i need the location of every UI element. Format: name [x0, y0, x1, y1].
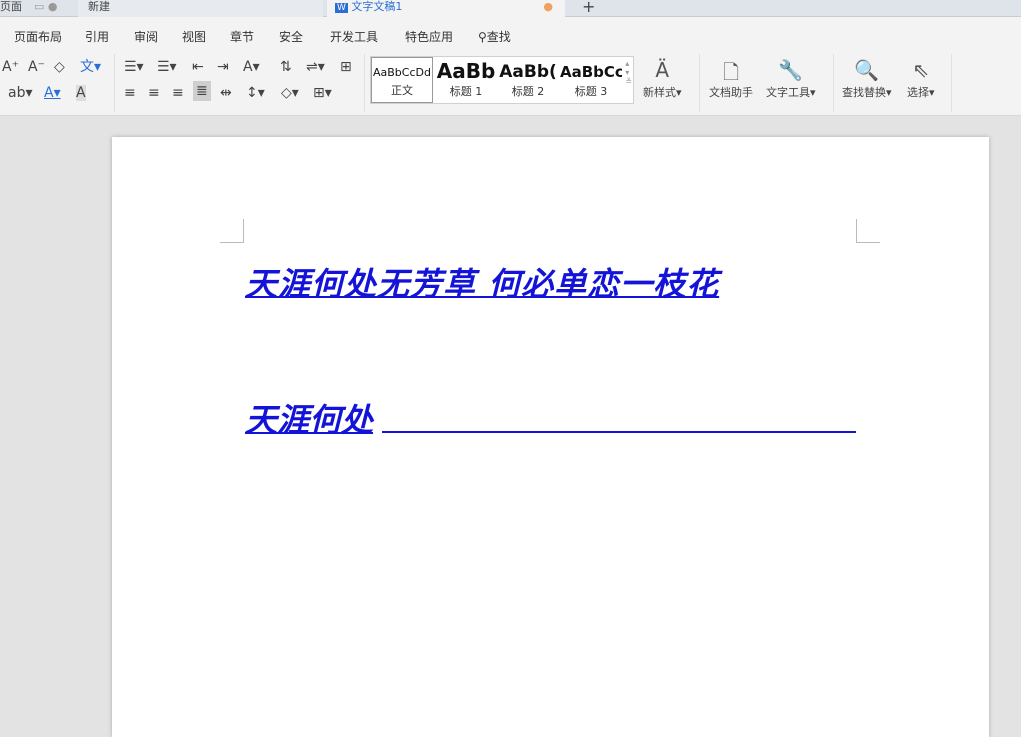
add-tab-button[interactable]: + — [582, 0, 595, 17]
button-label: 查找替换 — [842, 86, 886, 99]
magnifier-icon: 🔍 — [842, 58, 892, 84]
menu-references[interactable]: 引用 — [85, 28, 109, 45]
char-shading-icon[interactable]: A — [76, 85, 86, 101]
style-preview: AaBb — [435, 59, 497, 83]
font-color-icon[interactable]: A▾ — [44, 85, 61, 101]
style-gallery: AaBbCcDd 正文 AaBb标题 1 AaBb(标题 2 AaBbCc 标题 3… — [370, 56, 634, 104]
monitor-icon[interactable]: ▭ ● — [34, 0, 58, 17]
ribbon: A⁺ A⁻ ◇ 文▾ ab▾ A▾ A ☰▾ ☰▾ ⇤ ⇥ A▾ ⇅ ⇌▾ ⊞ … — [0, 50, 1021, 116]
button-label: 文档助手 — [709, 86, 753, 99]
numbered-list-icon[interactable]: ☰▾ — [157, 59, 177, 75]
button-label: 文字工具 — [766, 86, 810, 99]
menu-security[interactable]: 安全 — [279, 28, 303, 45]
phonetic-icon[interactable]: 文▾ — [80, 59, 101, 75]
cursor-icon: ⇖ — [907, 58, 935, 84]
line-spacing-icon[interactable]: ↕▾ — [246, 85, 265, 101]
wrench-icon: 🔧 — [766, 58, 816, 84]
shading-icon[interactable]: ◇▾ — [281, 85, 299, 101]
style-label: 标题 2 — [498, 83, 558, 99]
button-label: 选择 — [907, 86, 929, 99]
line-break-icon[interactable]: ⇌▾ — [306, 59, 325, 75]
menu-view[interactable]: 视图 — [182, 28, 206, 45]
tab-new[interactable]: 新建 — [78, 0, 323, 17]
menu-page-layout[interactable]: 页面布局 — [14, 28, 62, 45]
find-replace-button[interactable]: 🔍查找替换▾ — [842, 58, 892, 100]
tab-bar: 页面 ▭ ● 新建 W 文字文稿1 ● + — [0, 0, 1021, 17]
underline-blank — [382, 431, 856, 433]
grow-font-icon[interactable]: A⁺ — [2, 59, 19, 75]
shrink-font-icon[interactable]: A⁻ — [28, 59, 45, 75]
decrease-indent-icon[interactable]: ⇤ — [192, 59, 204, 75]
style-normal[interactable]: AaBbCcDd 正文 — [371, 57, 433, 103]
menu-special[interactable]: 特色应用 — [405, 28, 453, 45]
document-line-1[interactable]: 天涯何处无芳草 何必单恋一枝花 — [245, 259, 719, 305]
new-style-button[interactable]: Ä新样式▾ — [643, 58, 682, 100]
border-icon[interactable]: ⊞▾ — [313, 85, 332, 101]
menu-section[interactable]: 章节 — [230, 28, 254, 45]
menu-bar: 页面布局 引用 审阅 视图 章节 安全 开发工具 特色应用 ⚲查找 — [0, 17, 1021, 50]
button-label: 新样式 — [643, 86, 676, 99]
style-heading-1[interactable]: AaBb标题 1 — [435, 57, 497, 103]
wps-writer-icon: W — [335, 3, 348, 13]
align-center-icon[interactable]: ≡ — [148, 85, 160, 101]
clear-format-icon[interactable]: ◇ — [54, 59, 65, 75]
table-icon[interactable]: ⊞ — [340, 59, 352, 75]
search-button[interactable]: ⚲查找 — [478, 28, 511, 45]
menu-review[interactable]: 审阅 — [134, 28, 158, 45]
text-tools-button[interactable]: 🔧文字工具▾ — [766, 58, 816, 100]
tab-left[interactable]: 页面 — [0, 0, 22, 17]
style-heading-3[interactable]: AaBbCc 标题 3 — [560, 57, 622, 103]
tab-label: 文字文稿1 — [351, 0, 402, 13]
increase-indent-icon[interactable]: ⇥ — [217, 59, 229, 75]
new-style-icon: Ä — [643, 58, 682, 84]
document-page[interactable]: 天涯何处无芳草 何必单恋一枝花 天涯何处 — [112, 137, 989, 737]
highlight-icon[interactable]: ab▾ — [8, 85, 33, 101]
document-line-2[interactable]: 天涯何处 — [245, 395, 373, 441]
align-right-icon[interactable]: ≡ — [172, 85, 184, 101]
menu-developer[interactable]: 开发工具 — [330, 28, 378, 45]
tab-label: 新建 — [88, 0, 110, 13]
gallery-scroll-icon[interactable]: ▴▾≚ — [625, 59, 632, 86]
style-preview: AaBbCc — [560, 63, 622, 81]
doc-helper-icon: 🗋 — [709, 58, 753, 84]
doc-helper-button[interactable]: 🗋 文档助手 — [709, 58, 753, 100]
text-direction-icon[interactable]: A▾ — [243, 59, 260, 75]
margin-corner — [220, 219, 244, 243]
bullet-list-icon[interactable]: ☰▾ — [124, 59, 144, 75]
distribute-icon[interactable]: ⇹ — [220, 85, 232, 101]
select-button[interactable]: ⇖选择▾ — [907, 58, 935, 100]
style-heading-2[interactable]: AaBb(标题 2 — [498, 57, 558, 103]
style-label: 标题 3 — [560, 83, 622, 99]
unsaved-dot-icon: ● — [543, 0, 553, 13]
style-label: 标题 1 — [435, 83, 497, 99]
style-label: 正文 — [372, 82, 432, 98]
justify-icon[interactable]: ≣ — [193, 81, 211, 101]
search-label: 查找 — [487, 30, 511, 44]
search-icon: ⚲ — [478, 30, 487, 44]
style-preview: AaBbCcDd — [372, 66, 432, 79]
sort-icon[interactable]: ⇅ — [280, 59, 292, 75]
style-preview: AaBb( — [498, 62, 558, 82]
margin-corner — [856, 219, 880, 243]
align-left-icon[interactable]: ≡ — [124, 85, 136, 101]
tab-document[interactable]: W 文字文稿1 ● — [327, 0, 565, 17]
